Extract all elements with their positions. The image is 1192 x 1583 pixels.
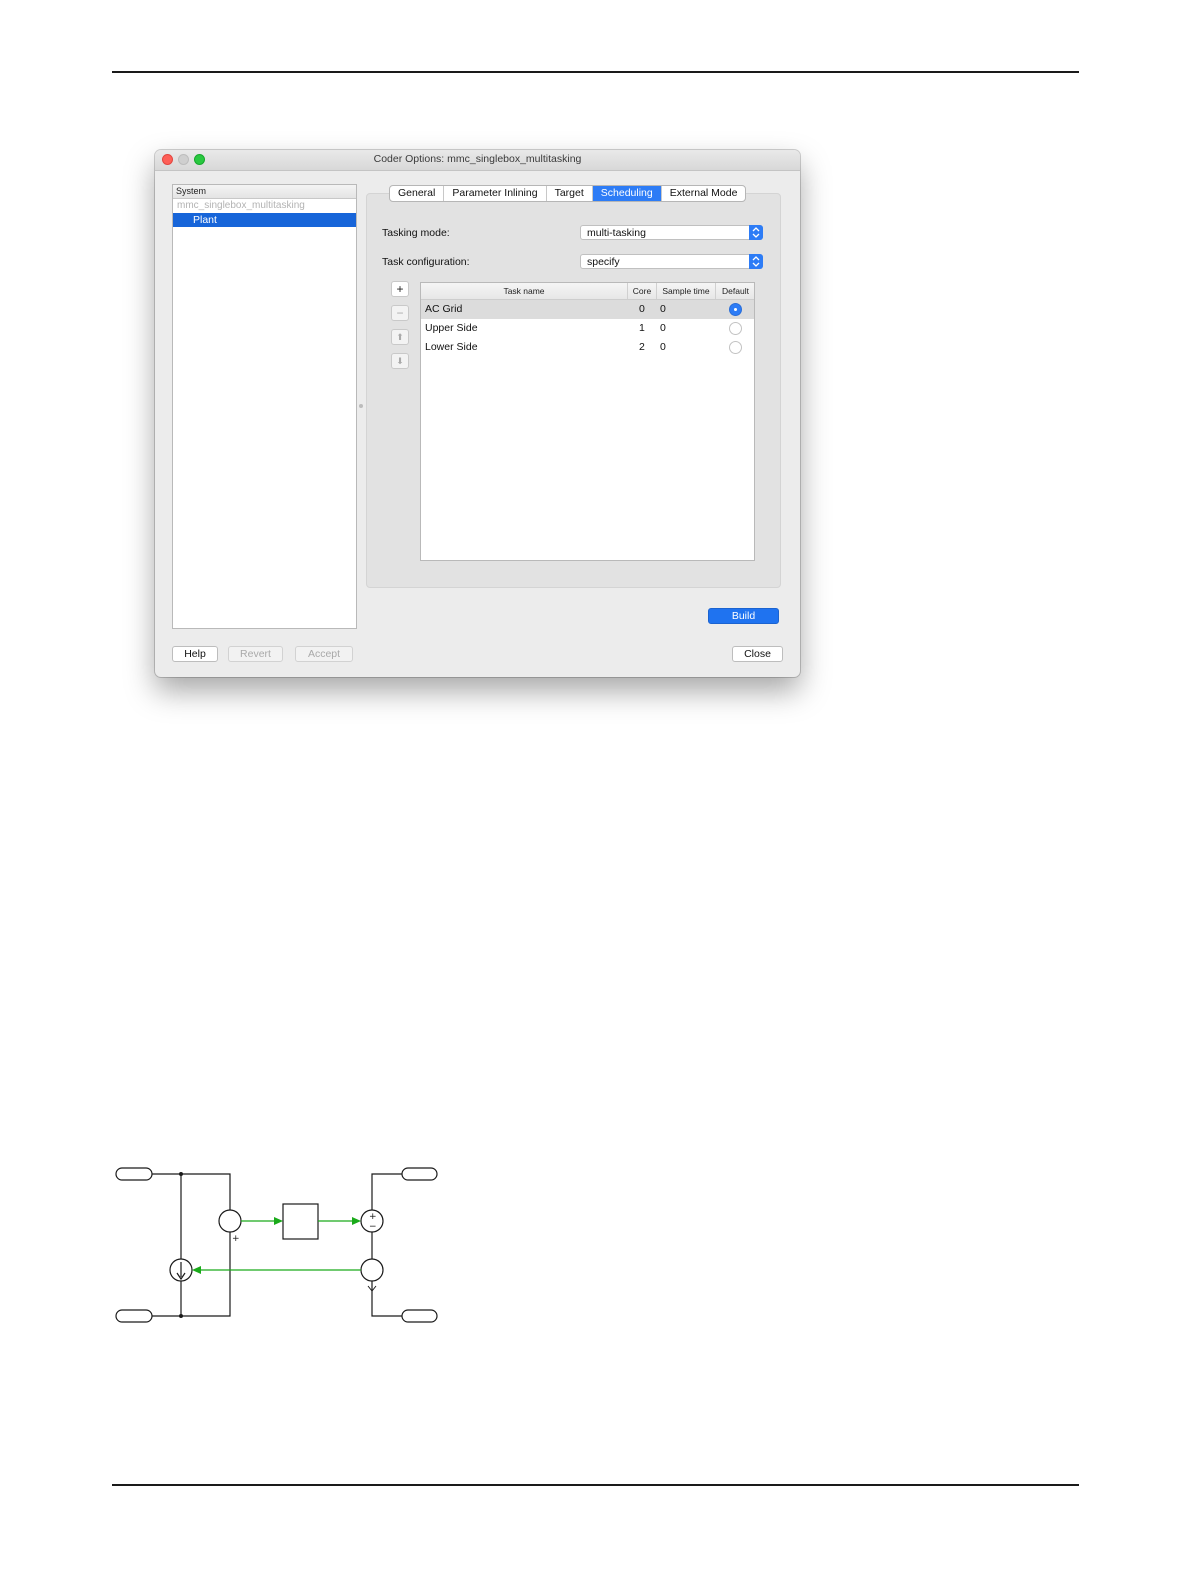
table-row[interactable]: Lower Side 2 0 (421, 338, 754, 357)
tab-scheduling[interactable]: Scheduling (592, 186, 662, 201)
tasking-mode-value: multi-tasking (587, 227, 646, 239)
gain-block (282, 1203, 319, 1240)
table-row[interactable]: AC Grid 0 0 (421, 300, 754, 319)
port-bottom-left (115, 1309, 153, 1323)
column-default[interactable]: Default (716, 283, 754, 299)
core-cell[interactable]: 0 (639, 300, 645, 319)
circuit-schematic: + + − (115, 1167, 438, 1323)
source-plus-label: + (369, 1212, 377, 1222)
sample-time-cell[interactable]: 0 (660, 300, 666, 319)
bottom-page-rule (112, 1484, 1079, 1486)
select-stepper-icon (749, 225, 763, 240)
move-down-button[interactable]: ⬇ (391, 353, 409, 369)
sample-time-cell[interactable]: 0 (660, 338, 666, 357)
sample-time-cell[interactable]: 0 (660, 319, 666, 338)
task-name-cell[interactable]: Upper Side (425, 319, 478, 338)
splitter-handle[interactable] (359, 404, 363, 408)
task-table-header: Task name Core Sample time Default (421, 283, 754, 300)
options-tabs: General Parameter Inlining Target Schedu… (389, 185, 747, 202)
tasking-mode-select[interactable]: multi-tasking (580, 225, 763, 240)
port-top-left (115, 1167, 153, 1181)
table-row[interactable]: Upper Side 1 0 (421, 319, 754, 338)
tab-general[interactable]: General (390, 186, 445, 201)
port-top-right (401, 1167, 438, 1181)
tasking-mode-label: Tasking mode: (382, 227, 450, 239)
default-radio[interactable] (729, 303, 742, 316)
accept-button[interactable]: Accept (295, 646, 353, 662)
tree-item-root[interactable]: mmc_singlebox_multitasking (173, 199, 356, 213)
tree-item-plant[interactable]: Plant (173, 213, 356, 227)
core-cell[interactable]: 2 (639, 338, 645, 357)
task-table[interactable]: Task name Core Sample time Default AC Gr… (420, 282, 755, 561)
tab-parameter-inlining[interactable]: Parameter Inlining (444, 186, 547, 201)
tab-external-mode[interactable]: External Mode (662, 186, 746, 201)
task-name-cell[interactable]: AC Grid (425, 300, 462, 319)
sensor-plus-label: + (232, 1234, 240, 1244)
source-minus-label: − (369, 1222, 377, 1232)
tree-header: System (173, 185, 356, 199)
add-task-button[interactable]: + (391, 281, 409, 297)
voltage-sensor (360, 1258, 384, 1282)
revert-button[interactable]: Revert (228, 646, 283, 662)
remove-task-button[interactable]: − (391, 305, 409, 321)
task-name-cell[interactable]: Lower Side (425, 338, 478, 357)
current-sensor (218, 1209, 242, 1233)
help-button[interactable]: Help (172, 646, 218, 662)
close-button[interactable]: Close (732, 646, 783, 662)
core-cell[interactable]: 1 (639, 319, 645, 338)
column-task-name[interactable]: Task name (421, 283, 628, 299)
port-bottom-right (401, 1309, 438, 1323)
default-radio[interactable] (729, 322, 742, 335)
top-page-rule (112, 71, 1079, 73)
window-title: Coder Options: mmc_singlebox_multitaskin… (373, 153, 582, 165)
task-configuration-value: specify (587, 256, 620, 268)
move-up-button[interactable]: ⬆ (391, 329, 409, 345)
column-core[interactable]: Core (628, 283, 657, 299)
column-sample-time[interactable]: Sample time (657, 283, 716, 299)
system-tree[interactable]: System mmc_singlebox_multitasking Plant (172, 184, 357, 629)
default-radio[interactable] (729, 341, 742, 354)
tab-target[interactable]: Target (547, 186, 593, 201)
title-bar[interactable]: Coder Options: mmc_singlebox_multitaskin… (155, 150, 800, 171)
build-button[interactable]: Build (708, 608, 779, 624)
select-stepper-icon (749, 254, 763, 269)
task-configuration-select[interactable]: specify (580, 254, 763, 269)
coder-options-dialog: Coder Options: mmc_singlebox_multitaskin… (155, 150, 800, 677)
task-configuration-label: Task configuration: (382, 256, 470, 268)
